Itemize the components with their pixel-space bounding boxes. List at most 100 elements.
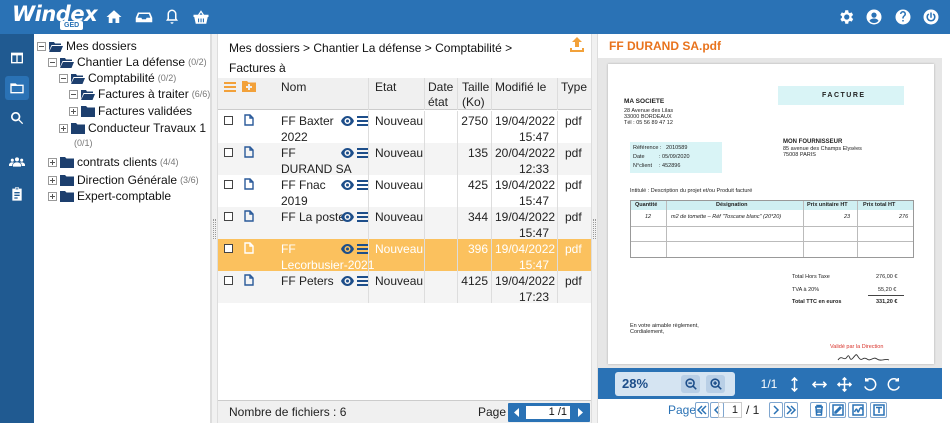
- home-icon[interactable]: [105, 8, 123, 26]
- eye-icon[interactable]: [341, 211, 354, 222]
- expand-toggle[interactable]: [59, 123, 68, 133]
- doc-date-value: : 05/09/2020: [659, 154, 690, 160]
- next-page-icon[interactable]: [576, 407, 584, 418]
- column-header-date-etat[interactable]: Date état: [428, 80, 453, 110]
- collapse-toggle[interactable]: [37, 41, 46, 51]
- table-row[interactable]: FF La poste Nouveau 344 19/04/2022 15:47 pdf: [218, 207, 591, 240]
- tree-node-factures-validees[interactable]: Factures validées: [69, 104, 192, 118]
- document-canvas[interactable]: MA SOCIETE 28 Avenue des Lilas 33000 BOR…: [598, 58, 942, 368]
- table-row[interactable]: FF Fnac 2019 Nouveau 425 19/04/2022 15:47 pdf: [218, 175, 591, 209]
- fit-width-icon[interactable]: [810, 375, 828, 393]
- table-row[interactable]: FF DURAND SA Nouveau 135 20/04/2022 12:33 pdf: [218, 143, 591, 176]
- tree-node-factures-a-traiter[interactable]: Factures à traiter (6/6): [69, 87, 210, 101]
- table-row[interactable]: FF Lecorbusier-2021 Nouveau 396 19/04/2022 15…: [218, 239, 591, 272]
- trash-icon[interactable]: [810, 402, 827, 418]
- file-name[interactable]: FF Peters: [281, 273, 334, 289]
- file-name[interactable]: FF La poste: [281, 209, 345, 225]
- row-menu-icon[interactable]: [357, 179, 368, 190]
- text-tool-icon[interactable]: [870, 402, 887, 418]
- folder-icon: [60, 174, 74, 186]
- tree-node-expert[interactable]: Expert-comptable: [48, 189, 171, 203]
- column-header-type[interactable]: Type: [561, 80, 587, 95]
- tree-node-root[interactable]: Mes dossiers: [37, 39, 137, 53]
- doc-supplier: MON FOURNISSEUR: [783, 139, 843, 145]
- tree-node-direction[interactable]: Direction Générale (3/6): [48, 173, 199, 187]
- annotate-icon[interactable]: [829, 402, 846, 418]
- help-icon[interactable]: [894, 8, 912, 26]
- column-header-nom[interactable]: Nom: [281, 80, 306, 95]
- settings-icon[interactable]: [837, 8, 855, 26]
- column-header-taille[interactable]: Taille (Ko): [462, 80, 489, 110]
- zoom-out-icon[interactable]: [681, 375, 700, 393]
- collapse-toggle[interactable]: [69, 89, 78, 99]
- row-menu-icon[interactable]: [357, 147, 368, 158]
- eye-icon[interactable]: [341, 243, 354, 254]
- row-checkbox[interactable]: [224, 212, 233, 221]
- menu-icon[interactable]: [224, 81, 236, 92]
- viewer-page-input[interactable]: 1: [718, 402, 742, 418]
- move-icon[interactable]: [835, 375, 853, 393]
- layout-icon[interactable]: [5, 46, 29, 70]
- row-checkbox[interactable]: [224, 244, 233, 253]
- fit-height-icon[interactable]: [785, 375, 803, 393]
- first-page-icon[interactable]: [695, 402, 709, 418]
- tree-node-conducteur[interactable]: Conducteur Travaux 1: [59, 121, 206, 135]
- row-menu-icon[interactable]: [357, 275, 368, 286]
- page-label: Page: [478, 405, 507, 419]
- zoom-value[interactable]: 28%: [622, 376, 648, 392]
- column-header-modifie[interactable]: Modifié le: [495, 80, 546, 95]
- table-row[interactable]: FF Baxter 2022 Nouveau 2750 19/04/2022 15:47 p…: [218, 111, 591, 145]
- basket-icon[interactable]: [192, 8, 210, 26]
- power-icon[interactable]: [922, 8, 940, 26]
- collapse-toggle[interactable]: [48, 57, 57, 67]
- previous-page-icon[interactable]: [513, 407, 521, 418]
- splitter-grip[interactable]: [593, 219, 596, 239]
- breadcrumb-line[interactable]: Mes dossiers > Chantier La défense > Com…: [229, 38, 549, 78]
- file-name[interactable]: FF Baxter 2022: [281, 113, 334, 145]
- next-page-icon[interactable]: [769, 402, 783, 418]
- tree-node-contrats[interactable]: contrats clients (4/4): [48, 155, 179, 169]
- row-menu-icon[interactable]: [357, 211, 368, 222]
- expand-toggle[interactable]: [69, 106, 78, 116]
- row-menu-icon[interactable]: [357, 115, 368, 126]
- tree-node-comptabilite[interactable]: Comptabilité (0/2): [59, 71, 176, 85]
- file-name-line: DURAND SA: [281, 162, 352, 176]
- folder-icon[interactable]: [5, 76, 29, 100]
- row-checkbox[interactable]: [224, 148, 233, 157]
- table-row[interactable]: FF Peters Nouveau 4125 19/04/2022 17:23 pdf: [218, 271, 591, 304]
- splitter-grip[interactable]: [213, 219, 216, 239]
- page-input[interactable]: 1 /1: [526, 406, 570, 419]
- search-icon[interactable]: [5, 106, 29, 130]
- file-size: 396: [467, 242, 488, 256]
- eye-icon[interactable]: [341, 275, 354, 286]
- collapse-toggle[interactable]: [59, 73, 68, 83]
- upload-icon[interactable]: [569, 36, 585, 52]
- new-folder-icon[interactable]: [242, 80, 256, 92]
- windex-logo[interactable]: Windex GED: [12, 3, 98, 31]
- inbox-icon[interactable]: [135, 8, 153, 26]
- expand-toggle[interactable]: [48, 157, 57, 167]
- user-icon[interactable]: [865, 8, 883, 26]
- bell-icon[interactable]: [163, 8, 181, 26]
- viewer-splitter[interactable]: [591, 34, 598, 423]
- last-page-icon[interactable]: [784, 402, 798, 418]
- eye-icon[interactable]: [341, 115, 354, 126]
- file-name[interactable]: FF Fnac 2019: [281, 177, 326, 209]
- expand-toggle[interactable]: [48, 175, 57, 185]
- eye-icon[interactable]: [341, 179, 354, 190]
- rotate-right-icon[interactable]: [885, 375, 903, 393]
- expand-toggle[interactable]: [48, 191, 57, 201]
- eye-icon[interactable]: [341, 147, 354, 158]
- users-icon[interactable]: [5, 150, 29, 174]
- row-checkbox[interactable]: [224, 180, 233, 189]
- sign-icon[interactable]: [848, 402, 867, 418]
- row-menu-icon[interactable]: [357, 243, 368, 254]
- clipboard-icon[interactable]: [5, 182, 29, 206]
- column-header-etat[interactable]: Etat: [375, 80, 396, 95]
- row-checkbox[interactable]: [224, 116, 233, 125]
- rotate-left-icon[interactable]: [860, 375, 878, 393]
- row-checkbox[interactable]: [224, 276, 233, 285]
- tree-node-chantier[interactable]: Chantier La défense (0/2): [48, 55, 207, 69]
- zoom-in-icon[interactable]: [706, 375, 725, 393]
- tree-splitter[interactable]: [211, 34, 218, 423]
